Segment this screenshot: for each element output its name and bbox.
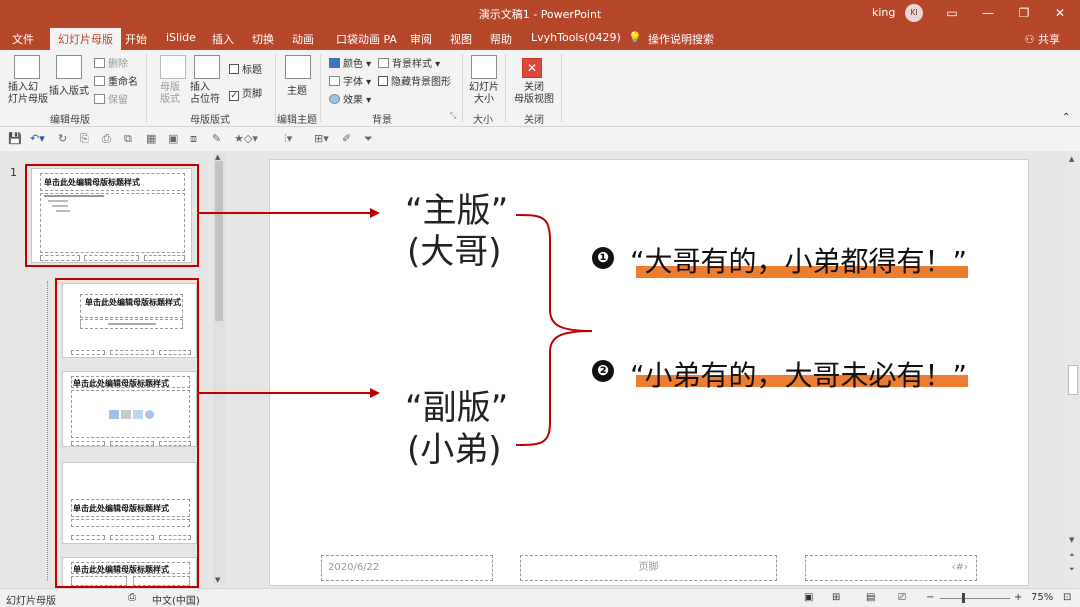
status-bar: 幻灯片母版 ⎙ 中文(中国) ▣ ⊞ ▤ ⎚ − + 75% ⊡ [0, 588, 1080, 607]
scroll-up-icon[interactable]: ▲ [1069, 155, 1074, 163]
reading-view-icon[interactable]: ▤ [866, 592, 875, 603]
footer-slide-number[interactable]: ‹#› [805, 555, 977, 581]
quote-one: “大哥有的，小弟都得有！” [630, 245, 968, 278]
scrollbar-thumb[interactable] [1068, 365, 1078, 395]
slideshow-icon[interactable]: ⎚ [898, 592, 906, 603]
layout-arrow-head [370, 388, 380, 398]
master-sublabel: (大哥) [407, 232, 502, 272]
bullet-one-icon: ❶ [592, 247, 614, 269]
prev-slide-icon[interactable]: ⏶ [1069, 551, 1075, 560]
view-indicator: 幻灯片母版 [6, 596, 56, 607]
fit-to-window-icon[interactable]: ⊡ [1063, 592, 1071, 603]
annotation-overlay [199, 208, 593, 446]
brace-bracket [515, 214, 593, 446]
normal-view-icon[interactable]: ▣ [804, 592, 813, 603]
zoom-slider-thumb[interactable] [962, 593, 965, 603]
layout-sublabel: (小弟) [407, 430, 502, 470]
zoom-out-icon[interactable]: − [926, 592, 934, 603]
zoom-slider[interactable] [940, 598, 1010, 599]
footer-date[interactable]: 2020/6/22 [321, 555, 493, 581]
slide-scrollbar[interactable]: ▲ ▼ ⏶ ⏷ [1066, 151, 1080, 588]
spellcheck-icon[interactable]: ⎙ [128, 592, 136, 603]
master-arrow-head [370, 208, 380, 218]
slide-sorter-icon[interactable]: ⊞ [832, 592, 840, 603]
zoom-level[interactable]: 75% [1031, 592, 1053, 603]
next-slide-icon[interactable]: ⏷ [1069, 565, 1075, 574]
zoom-in-icon[interactable]: + [1014, 592, 1022, 603]
bullet-two-icon: ❷ [592, 360, 614, 382]
scroll-down-icon[interactable]: ▼ [1069, 536, 1074, 544]
quote-two: “小弟有的，大哥未必有！” [630, 359, 968, 392]
footer-text[interactable]: 页脚 [520, 555, 777, 581]
language-indicator[interactable]: 中文(中国) [152, 592, 200, 607]
